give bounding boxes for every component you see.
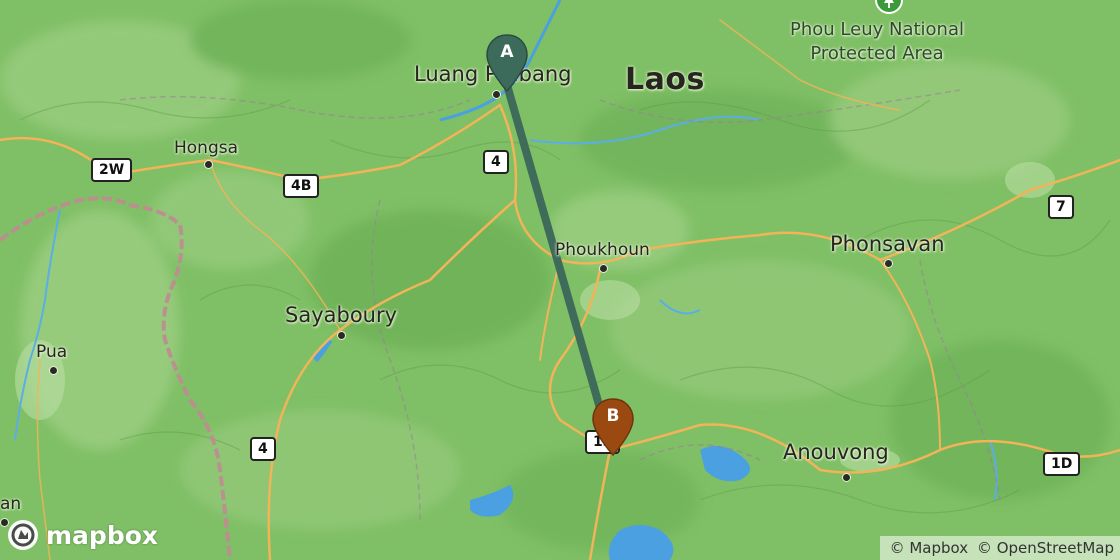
route-end-label: B	[606, 406, 620, 426]
road-shield-7: 7	[1048, 195, 1074, 219]
town-label-pua[interactable]: Pua	[36, 342, 67, 362]
map-attribution: © Mapbox © OpenStreetMap	[879, 536, 1120, 560]
town-label-hongsa[interactable]: Hongsa	[174, 138, 238, 158]
attribution-mapbox-link[interactable]: © Mapbox	[890, 539, 969, 557]
city-label-anouvong[interactable]: Anouvong	[783, 440, 889, 464]
city-label-sayaboury[interactable]: Sayaboury	[285, 303, 397, 327]
protected-area-label[interactable]: Phou Leuy National Protected Area	[790, 18, 964, 66]
protected-area-label-line2: Protected Area	[810, 43, 944, 64]
mapbox-logo-text: mapbox	[46, 520, 159, 550]
city-dot-sayaboury	[337, 331, 346, 340]
route-start-marker[interactable]: A	[484, 33, 530, 95]
protected-area-label-line1: Phou Leuy National	[790, 19, 964, 40]
city-dot-anouvong	[842, 473, 851, 482]
route-start-label: A	[500, 42, 514, 62]
road-shield-4-south: 4	[250, 437, 276, 461]
country-label: Laos	[625, 62, 705, 97]
road-shield-4-north: 4	[483, 150, 509, 174]
town-dot-pua	[49, 366, 58, 375]
town-dot-hongsa	[204, 160, 213, 169]
mapbox-logo[interactable]: mapbox	[6, 518, 158, 552]
route-end-marker[interactable]: B	[590, 397, 636, 459]
town-dot-phoukhoun	[599, 264, 608, 273]
city-dot-phonsavan	[884, 259, 893, 268]
city-label-phonsavan[interactable]: Phonsavan	[830, 232, 945, 256]
town-label-phoukhoun[interactable]: Phoukhoun	[555, 240, 650, 260]
town-label-edge[interactable]: an	[0, 494, 21, 514]
road-shield-1d: 1D	[1043, 452, 1081, 476]
road-shield-4b: 4B	[283, 174, 320, 198]
attribution-osm-link[interactable]: © OpenStreetMap	[977, 539, 1114, 557]
mapbox-logo-icon	[8, 520, 38, 550]
map-canvas[interactable]: Laos Luang Prabang Hongsa Phoukhoun Phon…	[0, 0, 1120, 560]
road-shield-2w: 2W	[91, 158, 133, 182]
